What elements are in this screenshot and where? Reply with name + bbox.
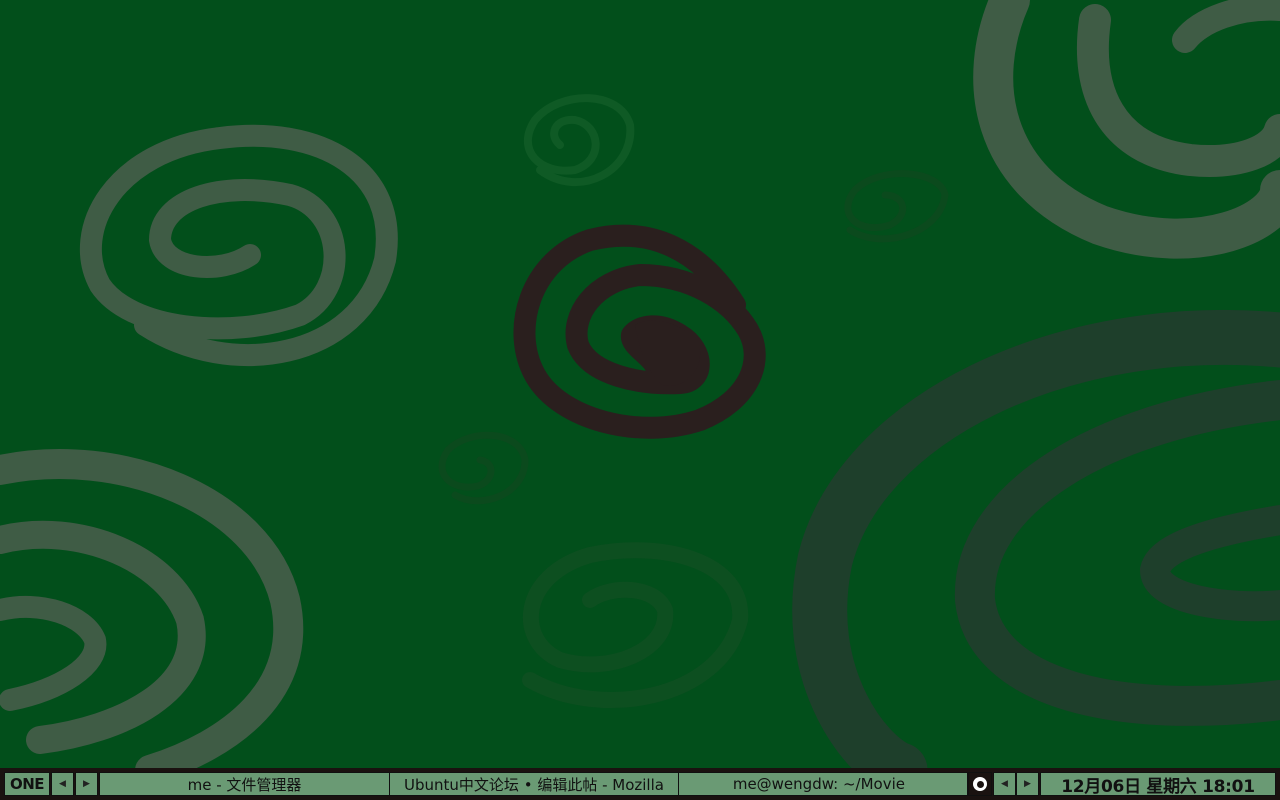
wallpaper-swirls: [0, 0, 1280, 770]
swirl-top-left: [80, 124, 398, 366]
workspace-next-button[interactable]: ▶: [75, 772, 98, 796]
bottom-panel: ONE ◀ ▶ me - 文件管理器 Ubuntu中文论坛 • 编辑此帖 - M…: [0, 768, 1280, 800]
taskbar-item-label: me@wengdw: ~/Movie: [732, 775, 905, 793]
circle-menu-icon: [973, 777, 987, 791]
taskbar-item-terminal[interactable]: me@wengdw: ~/Movie: [678, 772, 968, 796]
window-menu-button[interactable]: [968, 772, 992, 796]
swirl-bottom-right: [792, 309, 1280, 770]
triangle-left-icon: ◀: [59, 779, 66, 789]
swirl-top-right: [973, 0, 1280, 259]
swirl-bottom-left: [0, 449, 304, 770]
triangle-left-icon: ◀: [1001, 779, 1008, 789]
taskbar-prev-button[interactable]: ◀: [993, 772, 1016, 796]
clock[interactable]: 12月06日 星期六 18:01: [1040, 772, 1276, 796]
triangle-right-icon: ▶: [1024, 779, 1031, 789]
triangle-right-icon: ▶: [83, 779, 90, 789]
taskbar-item-mozilla[interactable]: Ubuntu中文论坛 • 编辑此帖 - Mozilla: [389, 772, 679, 796]
taskbar-item-label: me - 文件管理器: [187, 775, 302, 794]
swirl-faint-bottom: [522, 542, 749, 708]
taskbar-item-label: Ubuntu中文论坛 • 编辑此帖 - Mozilla: [404, 775, 664, 794]
workspace-prev-button[interactable]: ◀: [51, 772, 74, 796]
swirl-faint-top: [523, 94, 635, 186]
workspace-label[interactable]: ONE: [4, 772, 50, 796]
swirl-faint-small: [438, 431, 529, 505]
taskbar-next-button[interactable]: ▶: [1016, 772, 1039, 796]
taskbar-item-file-manager[interactable]: me - 文件管理器: [99, 772, 390, 796]
desktop[interactable]: [0, 0, 1280, 770]
swirl-main-logo: [513, 224, 766, 439]
swirl-faint-right: [844, 170, 949, 243]
